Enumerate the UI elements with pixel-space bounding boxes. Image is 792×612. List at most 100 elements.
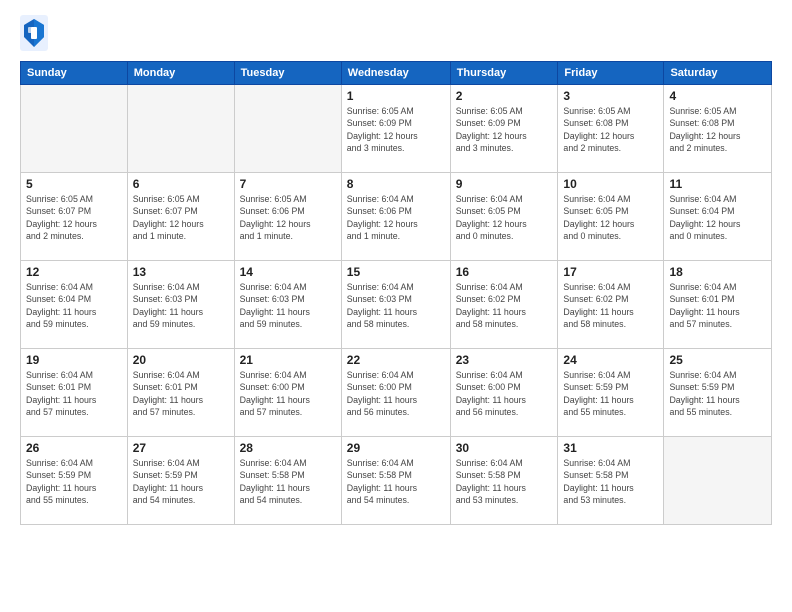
day-info: Sunrise: 6:05 AM Sunset: 6:07 PM Dayligh… xyxy=(133,193,229,242)
calendar-cell xyxy=(234,85,341,173)
day-info: Sunrise: 6:04 AM Sunset: 6:04 PM Dayligh… xyxy=(669,193,766,242)
calendar-cell: 6 Sunrise: 6:05 AM Sunset: 6:07 PM Daylig… xyxy=(127,173,234,261)
day-number: 4 xyxy=(669,89,766,103)
day-number: 13 xyxy=(133,265,229,279)
calendar-cell: 23 Sunrise: 6:04 AM Sunset: 6:00 PM Dayli… xyxy=(450,349,558,437)
day-info: Sunrise: 6:04 AM Sunset: 6:06 PM Dayligh… xyxy=(347,193,445,242)
day-info: Sunrise: 6:04 AM Sunset: 6:04 PM Dayligh… xyxy=(26,281,122,330)
calendar-cell: 11 Sunrise: 6:04 AM Sunset: 6:04 PM Dayli… xyxy=(664,173,772,261)
day-info: Sunrise: 6:04 AM Sunset: 6:05 PM Dayligh… xyxy=(563,193,658,242)
day-number: 20 xyxy=(133,353,229,367)
day-info: Sunrise: 6:05 AM Sunset: 6:08 PM Dayligh… xyxy=(669,105,766,154)
calendar-cell: 19 Sunrise: 6:04 AM Sunset: 6:01 PM Dayli… xyxy=(21,349,128,437)
calendar-cell: 2 Sunrise: 6:05 AM Sunset: 6:09 PM Daylig… xyxy=(450,85,558,173)
calendar-cell: 9 Sunrise: 6:04 AM Sunset: 6:05 PM Daylig… xyxy=(450,173,558,261)
calendar-cell: 5 Sunrise: 6:05 AM Sunset: 6:07 PM Daylig… xyxy=(21,173,128,261)
calendar-cell: 30 Sunrise: 6:04 AM Sunset: 5:58 PM Dayli… xyxy=(450,437,558,525)
day-number: 3 xyxy=(563,89,658,103)
logo xyxy=(20,15,52,51)
weekday-header-monday: Monday xyxy=(127,62,234,85)
calendar-week-row: 26 Sunrise: 6:04 AM Sunset: 5:59 PM Dayli… xyxy=(21,437,772,525)
day-info: Sunrise: 6:04 AM Sunset: 6:05 PM Dayligh… xyxy=(456,193,553,242)
day-info: Sunrise: 6:04 AM Sunset: 5:58 PM Dayligh… xyxy=(347,457,445,506)
day-info: Sunrise: 6:04 AM Sunset: 5:59 PM Dayligh… xyxy=(563,369,658,418)
day-info: Sunrise: 6:04 AM Sunset: 5:59 PM Dayligh… xyxy=(669,369,766,418)
day-info: Sunrise: 6:04 AM Sunset: 5:58 PM Dayligh… xyxy=(240,457,336,506)
calendar-cell: 15 Sunrise: 6:04 AM Sunset: 6:03 PM Dayli… xyxy=(341,261,450,349)
day-number: 24 xyxy=(563,353,658,367)
day-number: 27 xyxy=(133,441,229,455)
header xyxy=(20,15,772,51)
day-number: 17 xyxy=(563,265,658,279)
day-info: Sunrise: 6:05 AM Sunset: 6:06 PM Dayligh… xyxy=(240,193,336,242)
day-number: 10 xyxy=(563,177,658,191)
calendar-cell: 29 Sunrise: 6:04 AM Sunset: 5:58 PM Dayli… xyxy=(341,437,450,525)
day-info: Sunrise: 6:04 AM Sunset: 6:01 PM Dayligh… xyxy=(133,369,229,418)
calendar-cell: 14 Sunrise: 6:04 AM Sunset: 6:03 PM Dayli… xyxy=(234,261,341,349)
day-number: 2 xyxy=(456,89,553,103)
day-number: 14 xyxy=(240,265,336,279)
day-number: 22 xyxy=(347,353,445,367)
page: SundayMondayTuesdayWednesdayThursdayFrid… xyxy=(0,0,792,612)
calendar-cell: 1 Sunrise: 6:05 AM Sunset: 6:09 PM Daylig… xyxy=(341,85,450,173)
day-info: Sunrise: 6:04 AM Sunset: 6:02 PM Dayligh… xyxy=(456,281,553,330)
calendar-table: SundayMondayTuesdayWednesdayThursdayFrid… xyxy=(20,61,772,525)
calendar-cell: 28Sunrise: 6:04 AM Sunset: 5:58 PM Dayli… xyxy=(234,437,341,525)
weekday-header-thursday: Thursday xyxy=(450,62,558,85)
day-info: Sunrise: 6:04 AM Sunset: 6:01 PM Dayligh… xyxy=(669,281,766,330)
day-number: 29 xyxy=(347,441,445,455)
day-number: 11 xyxy=(669,177,766,191)
day-number: 18 xyxy=(669,265,766,279)
day-info: Sunrise: 6:05 AM Sunset: 6:07 PM Dayligh… xyxy=(26,193,122,242)
weekday-header-friday: Friday xyxy=(558,62,664,85)
weekday-header-wednesday: Wednesday xyxy=(341,62,450,85)
calendar-cell: 22 Sunrise: 6:04 AM Sunset: 6:00 PM Dayli… xyxy=(341,349,450,437)
day-number: 8 xyxy=(347,177,445,191)
day-info: Sunrise: 6:04 AM Sunset: 5:59 PM Dayligh… xyxy=(26,457,122,506)
calendar-cell xyxy=(664,437,772,525)
day-number: 9 xyxy=(456,177,553,191)
day-info: Sunrise: 6:04 AM Sunset: 6:00 PM Dayligh… xyxy=(456,369,553,418)
day-number: 1 xyxy=(347,89,445,103)
calendar-cell: 8 Sunrise: 6:04 AM Sunset: 6:06 PM Daylig… xyxy=(341,173,450,261)
calendar-week-row: 12Sunrise: 6:04 AM Sunset: 6:04 PM Dayli… xyxy=(21,261,772,349)
day-info: Sunrise: 6:04 AM Sunset: 6:03 PM Dayligh… xyxy=(347,281,445,330)
calendar-cell: 18 Sunrise: 6:04 AM Sunset: 6:01 PM Dayli… xyxy=(664,261,772,349)
day-number: 30 xyxy=(456,441,553,455)
calendar-cell: 31 Sunrise: 6:04 AM Sunset: 5:58 PM Dayli… xyxy=(558,437,664,525)
day-info: Sunrise: 6:04 AM Sunset: 5:58 PM Dayligh… xyxy=(563,457,658,506)
day-number: 7 xyxy=(240,177,336,191)
day-info: Sunrise: 6:05 AM Sunset: 6:09 PM Dayligh… xyxy=(347,105,445,154)
day-info: Sunrise: 6:04 AM Sunset: 6:00 PM Dayligh… xyxy=(240,369,336,418)
calendar-cell: 13 Sunrise: 6:04 AM Sunset: 6:03 PM Dayli… xyxy=(127,261,234,349)
day-number: 26 xyxy=(26,441,122,455)
day-number: 6 xyxy=(133,177,229,191)
day-info: Sunrise: 6:05 AM Sunset: 6:09 PM Dayligh… xyxy=(456,105,553,154)
day-info: Sunrise: 6:04 AM Sunset: 6:02 PM Dayligh… xyxy=(563,281,658,330)
calendar-cell xyxy=(127,85,234,173)
day-number: 19 xyxy=(26,353,122,367)
day-number: 5 xyxy=(26,177,122,191)
day-number: 23 xyxy=(456,353,553,367)
day-info: Sunrise: 6:04 AM Sunset: 6:03 PM Dayligh… xyxy=(133,281,229,330)
calendar-week-row: 5 Sunrise: 6:05 AM Sunset: 6:07 PM Daylig… xyxy=(21,173,772,261)
weekday-header-row: SundayMondayTuesdayWednesdayThursdayFrid… xyxy=(21,62,772,85)
calendar-cell: 24 Sunrise: 6:04 AM Sunset: 5:59 PM Dayli… xyxy=(558,349,664,437)
day-number: 31 xyxy=(563,441,658,455)
day-info: Sunrise: 6:04 AM Sunset: 5:59 PM Dayligh… xyxy=(133,457,229,506)
calendar-cell: 20 Sunrise: 6:04 AM Sunset: 6:01 PM Dayli… xyxy=(127,349,234,437)
day-info: Sunrise: 6:05 AM Sunset: 6:08 PM Dayligh… xyxy=(563,105,658,154)
calendar-cell: 7 Sunrise: 6:05 AM Sunset: 6:06 PM Daylig… xyxy=(234,173,341,261)
day-info: Sunrise: 6:04 AM Sunset: 6:03 PM Dayligh… xyxy=(240,281,336,330)
calendar-cell: 17 Sunrise: 6:04 AM Sunset: 6:02 PM Dayli… xyxy=(558,261,664,349)
calendar-cell: 27 Sunrise: 6:04 AM Sunset: 5:59 PM Dayli… xyxy=(127,437,234,525)
day-number: 15 xyxy=(347,265,445,279)
day-number: 25 xyxy=(669,353,766,367)
day-info: Sunrise: 6:04 AM Sunset: 6:00 PM Dayligh… xyxy=(347,369,445,418)
calendar-cell: 4 Sunrise: 6:05 AM Sunset: 6:08 PM Daylig… xyxy=(664,85,772,173)
day-info: Sunrise: 6:04 AM Sunset: 5:58 PM Dayligh… xyxy=(456,457,553,506)
calendar-cell: 16Sunrise: 6:04 AM Sunset: 6:02 PM Dayli… xyxy=(450,261,558,349)
logo-icon xyxy=(20,15,48,51)
calendar-cell: 25 Sunrise: 6:04 AM Sunset: 5:59 PM Dayli… xyxy=(664,349,772,437)
day-info: Sunrise: 6:04 AM Sunset: 6:01 PM Dayligh… xyxy=(26,369,122,418)
